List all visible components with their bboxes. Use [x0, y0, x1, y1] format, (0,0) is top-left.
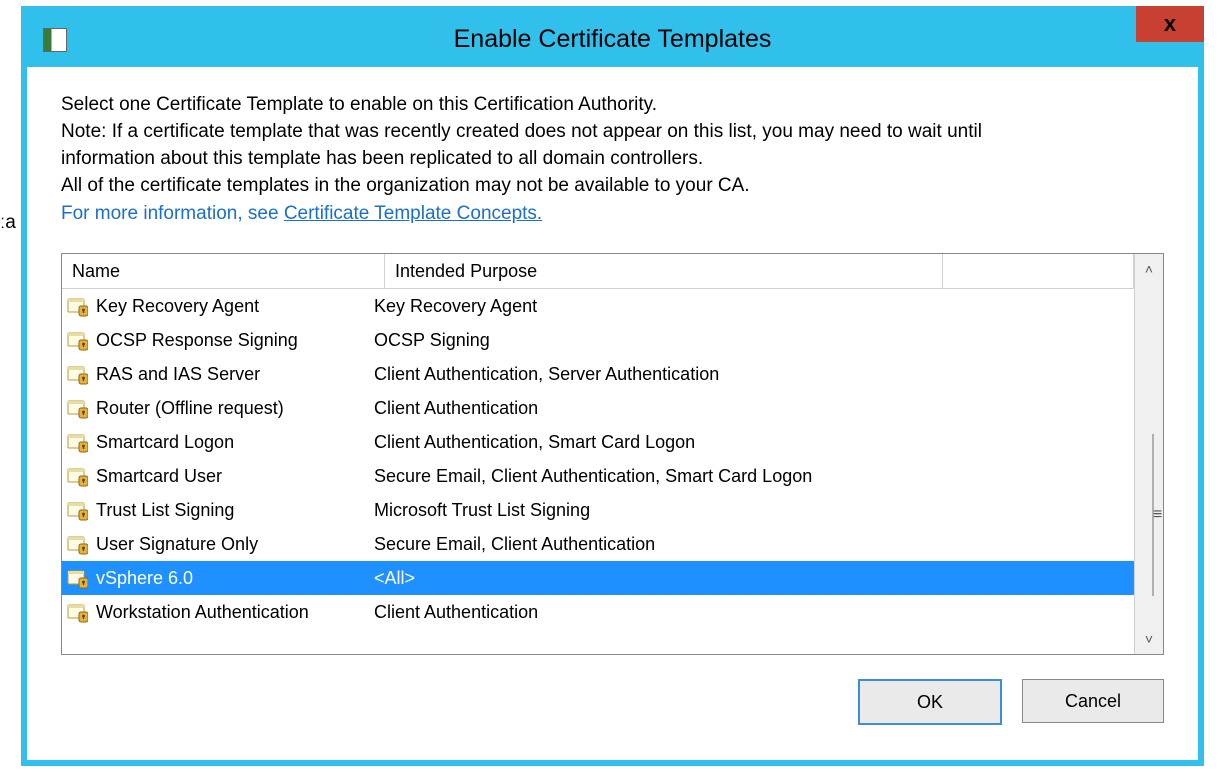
cell-name: Smartcard Logon: [96, 432, 374, 453]
table-row[interactable]: OCSP Response SigningOCSP Signing: [62, 323, 1134, 357]
cell-name: Trust List Signing: [96, 500, 374, 521]
content-area: Select one Certificate Template to enabl…: [27, 67, 1198, 655]
scrollbar[interactable]: ˄ ≡ ˅: [1134, 254, 1163, 654]
certificate-icon: [66, 567, 88, 589]
scroll-thumb[interactable]: ≡: [1152, 434, 1154, 596]
help-link-prefix: For more information, see: [61, 203, 284, 224]
app-icon: [43, 28, 67, 52]
certificate-icon: [66, 431, 88, 453]
column-header-name[interactable]: Name: [62, 254, 385, 288]
certificate-icon: [66, 397, 88, 419]
cell-purpose: <All>: [374, 568, 1134, 589]
certificate-icon: [66, 533, 88, 555]
cell-purpose: Client Authentication: [374, 602, 1134, 623]
cell-name: OCSP Response Signing: [96, 330, 374, 351]
stray-text: ːa: [0, 212, 16, 234]
certificate-icon: [66, 295, 88, 317]
close-icon: x: [1164, 11, 1176, 37]
table-row[interactable]: User Signature OnlySecure Email, Client …: [62, 527, 1134, 561]
table-row[interactable]: Workstation AuthenticationClient Authent…: [62, 595, 1134, 629]
cancel-button[interactable]: Cancel: [1022, 679, 1164, 723]
titlebar: Enable Certificate Templates x: [27, 12, 1198, 67]
close-button[interactable]: x: [1136, 6, 1204, 42]
cell-purpose: Secure Email, Client Authentication, Sma…: [374, 466, 1134, 487]
cell-name: Key Recovery Agent: [96, 296, 374, 317]
blurb-line: information about this template has been…: [61, 145, 1164, 172]
cell-purpose: Client Authentication, Server Authentica…: [374, 364, 1134, 385]
cell-purpose: Secure Email, Client Authentication: [374, 534, 1134, 555]
table-row[interactable]: vSphere 6.0<All>: [62, 561, 1134, 595]
certificate-icon: [66, 363, 88, 385]
dialog-buttons: OK Cancel: [27, 655, 1198, 725]
dialog-window: Enable Certificate Templates x Select on…: [21, 6, 1204, 766]
column-header-purpose[interactable]: Intended Purpose: [385, 254, 943, 288]
window-title: Enable Certificate Templates: [27, 25, 1198, 54]
scroll-up-button[interactable]: ˄: [1135, 254, 1163, 284]
list-header: Name Intended Purpose: [62, 254, 1134, 289]
template-list: Name Intended Purpose Key Recovery Agent…: [61, 253, 1164, 655]
certificate-icon: [66, 601, 88, 623]
table-row[interactable]: RAS and IAS ServerClient Authentication,…: [62, 357, 1134, 391]
blurb-line: Note: If a certificate template that was…: [61, 118, 1164, 145]
list-body: Key Recovery AgentKey Recovery Agent OCS…: [62, 289, 1134, 654]
table-row[interactable]: Smartcard UserSecure Email, Client Authe…: [62, 459, 1134, 493]
certificate-icon: [66, 465, 88, 487]
cell-name: vSphere 6.0: [96, 568, 374, 589]
list-main: Name Intended Purpose Key Recovery Agent…: [62, 254, 1134, 654]
help-link-line: For more information, see Certificate Te…: [61, 199, 1164, 229]
cell-purpose: Microsoft Trust List Signing: [374, 500, 1134, 521]
table-row[interactable]: Router (Offline request)Client Authentic…: [62, 391, 1134, 425]
cell-purpose: OCSP Signing: [374, 330, 1134, 351]
ok-button[interactable]: OK: [858, 679, 1002, 725]
cell-purpose: Client Authentication, Smart Card Logon: [374, 432, 1134, 453]
cell-name: RAS and IAS Server: [96, 364, 374, 385]
certificate-icon: [66, 499, 88, 521]
table-row[interactable]: Smartcard LogonClient Authentication, Sm…: [62, 425, 1134, 459]
cell-name: Smartcard User: [96, 466, 374, 487]
blurb-line: All of the certificate templates in the …: [61, 172, 1164, 199]
certificate-icon: [66, 329, 88, 351]
table-row[interactable]: Trust List SigningMicrosoft Trust List S…: [62, 493, 1134, 527]
column-header-spacer[interactable]: [943, 254, 1134, 288]
instructions-text: Select one Certificate Template to enabl…: [61, 91, 1164, 199]
table-row[interactable]: Key Recovery AgentKey Recovery Agent: [62, 289, 1134, 323]
scroll-down-button[interactable]: ˅: [1135, 624, 1163, 654]
blurb-line: Select one Certificate Template to enabl…: [61, 91, 1164, 118]
cell-purpose: Key Recovery Agent: [374, 296, 1134, 317]
help-link[interactable]: Certificate Template Concepts.: [284, 203, 542, 224]
cell-name: Workstation Authentication: [96, 602, 374, 623]
cell-name: Router (Offline request): [96, 398, 374, 419]
cell-name: User Signature Only: [96, 534, 374, 555]
cell-purpose: Client Authentication: [374, 398, 1134, 419]
